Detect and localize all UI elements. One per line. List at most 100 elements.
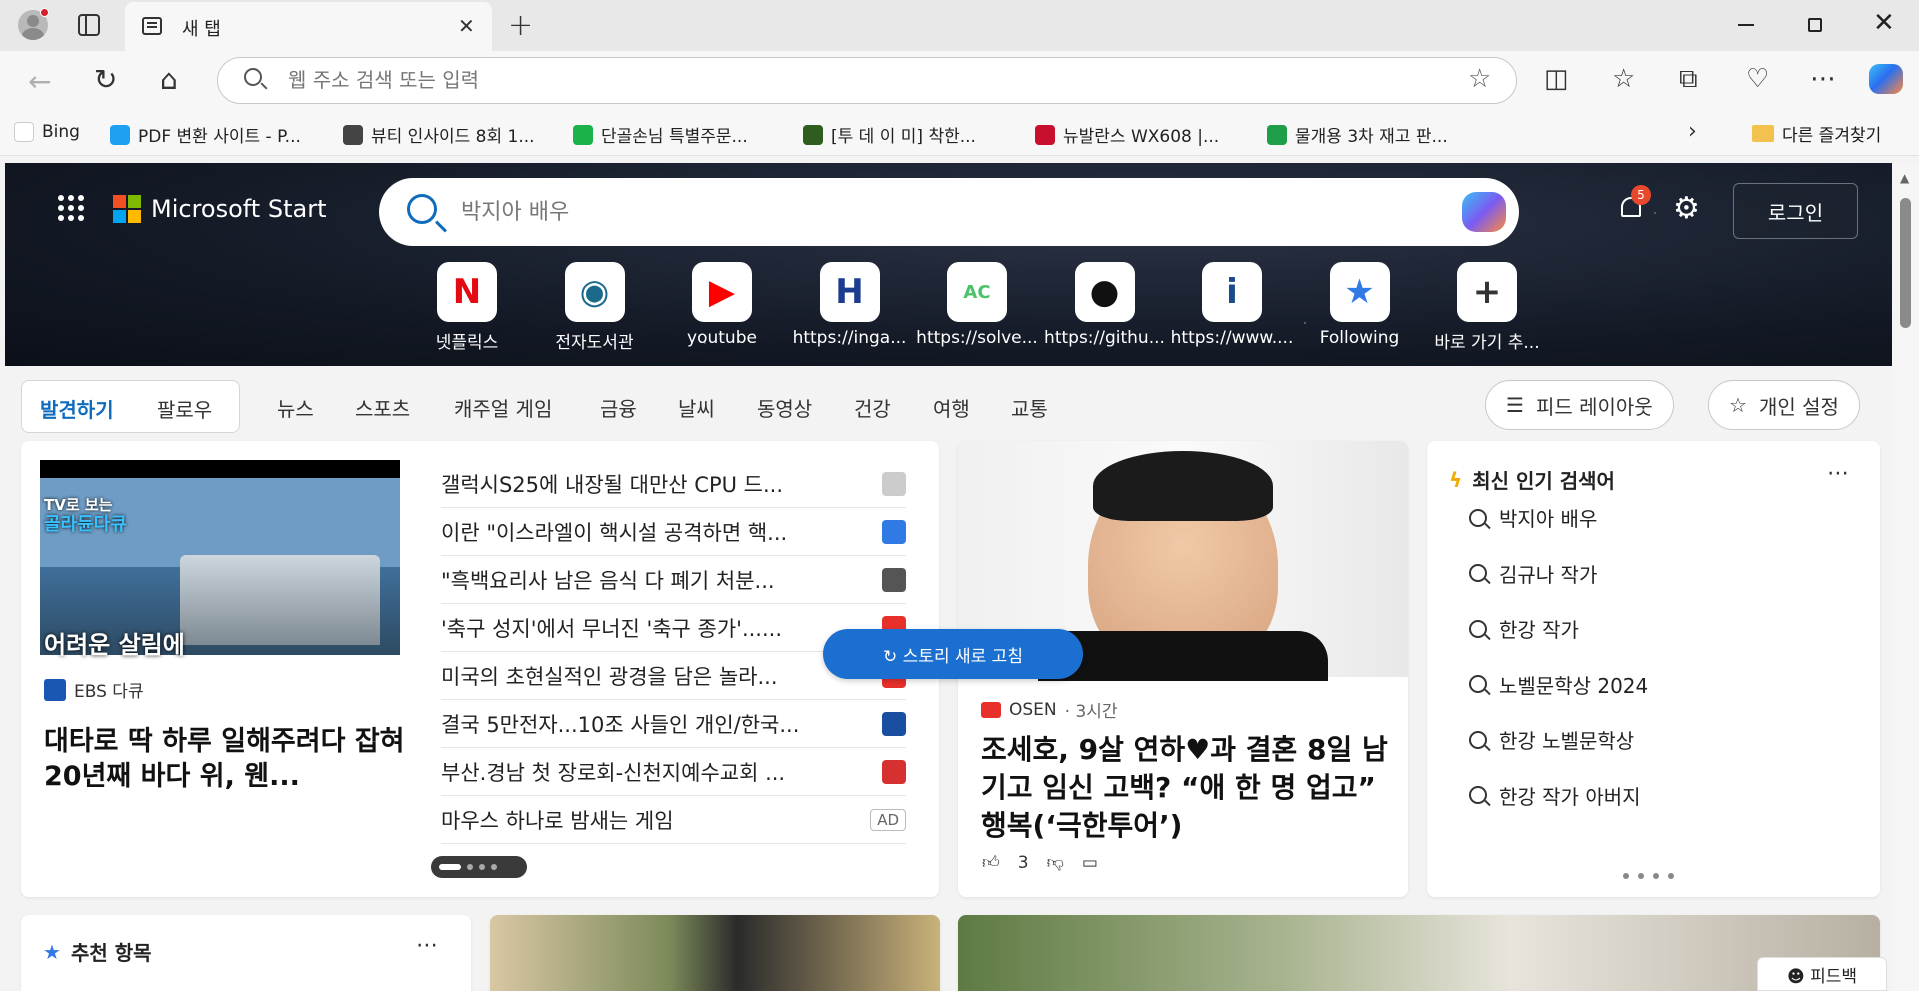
carousel-pager[interactable]	[431, 856, 527, 878]
tab-follow[interactable]: 팔로우	[157, 394, 212, 423]
news-list-item[interactable]: 마우스 하나로 밤새는 게임 AD	[441, 796, 906, 844]
more-menu-icon[interactable]: ⋯	[1810, 64, 1836, 94]
more-options-icon[interactable]: ⋯	[416, 933, 439, 958]
trending-search-item[interactable]: 노벨문학상 2024	[1469, 670, 1648, 699]
quick-link-tile[interactable]: N 넷플릭스	[403, 262, 531, 353]
bookmarks-overflow-chevron-icon[interactable]: ›	[1688, 119, 1697, 144]
category-tab[interactable]: 캐주얼 게임	[454, 393, 552, 422]
maximize-icon[interactable]	[1808, 18, 1822, 32]
star-outline-icon: ☆	[1729, 393, 1747, 417]
celebrity-headline[interactable]: 조세호, 9살 연하♥과 결혼 8일 남기고 임신 고백? “애 한 명 업고”…	[981, 731, 1391, 845]
back-arrow-icon[interactable]: ←	[28, 65, 51, 98]
category-tab[interactable]: 스포츠	[355, 393, 410, 422]
news-list-item[interactable]: 부산.경남 첫 장로회-신천지예수교회 ...	[441, 748, 906, 796]
feature-headline[interactable]: 대타로 딱 하루 일해주려다 잡혀 20년째 바다 위, 웬...	[44, 724, 414, 794]
refresh-stories-button[interactable]: ↻ 스토리 새로 고침	[823, 629, 1083, 679]
address-bar[interactable]: ☆	[217, 57, 1517, 104]
trending-search-item[interactable]: 한강 노벨문학상	[1469, 725, 1634, 754]
web-search-input[interactable]	[461, 198, 1361, 226]
bookmark-item[interactable]: 단골손님 특별주문...	[573, 122, 748, 147]
trending-search-label: 한강 노벨문학상	[1499, 729, 1635, 753]
category-tab[interactable]: 금융	[600, 393, 637, 422]
favorites-icon[interactable]: ☆	[1612, 64, 1635, 94]
settings-gear-icon[interactable]: ⚙	[1673, 191, 1700, 226]
scrollbar-thumb[interactable]	[1900, 198, 1911, 328]
tab-discover[interactable]: 발견하기	[40, 394, 114, 423]
photo-card[interactable]	[490, 915, 940, 991]
quick-link-tile[interactable]: AC https://solve...	[913, 262, 1041, 348]
quick-link-icon: ▶	[692, 262, 752, 322]
thumbs-up-icon[interactable]: 👍︎	[982, 852, 1000, 873]
quick-link-icon: i	[1202, 262, 1262, 322]
ad-badge: AD	[870, 808, 906, 831]
category-tab[interactable]: 동영상	[757, 393, 812, 422]
quick-link-tile[interactable]: i https://www....	[1168, 262, 1296, 348]
trending-search-item[interactable]: 김규나 작가	[1469, 559, 1597, 588]
bookmark-item[interactable]: PDF 변환 사이트 - P...	[110, 122, 301, 147]
quick-link-tile[interactable]: Hhttps://inga...	[786, 262, 914, 348]
trending-search-item[interactable]: 한강 작가	[1469, 614, 1579, 643]
quick-link-tile[interactable]: ● https://githu...	[1041, 262, 1169, 348]
category-tab[interactable]: 여행	[933, 393, 970, 422]
window-close-icon[interactable]: ✕	[1873, 8, 1895, 38]
new-tab-plus-icon[interactable]: +	[508, 8, 533, 43]
bookmark-label: Bing	[42, 122, 80, 142]
news-list-item[interactable]: 결국 5만전자...10조 사들인 개인/한국...	[441, 700, 906, 748]
quick-link-icon: ◉	[564, 262, 625, 322]
search-icon	[244, 68, 262, 86]
tab-actions-icon[interactable]	[78, 14, 100, 36]
trending-pager[interactable]	[1623, 873, 1674, 879]
personalize-button[interactable]: ☆ 개인 설정	[1708, 380, 1860, 430]
publisher-logo-icon	[882, 471, 906, 496]
scroll-up-icon[interactable]: ▲	[1900, 171, 1909, 185]
minimize-icon[interactable]	[1738, 24, 1754, 26]
category-tab[interactable]: 교통	[1011, 393, 1048, 422]
thumbs-down-icon[interactable]: 👎︎	[1047, 852, 1064, 873]
more-options-icon[interactable]: ⋯	[1827, 461, 1850, 486]
comment-icon[interactable]: ▭	[1082, 853, 1098, 873]
quick-link-tile[interactable]: + 바로 가기 추...	[1423, 262, 1551, 353]
category-tab[interactable]: 뉴스	[277, 393, 314, 422]
home-icon[interactable]: ⌂	[160, 63, 178, 96]
copilot-search-icon[interactable]	[1462, 192, 1506, 232]
bookmark-item[interactable]: 물개용 3차 재고 판...	[1267, 122, 1448, 147]
split-screen-icon[interactable]: ◫	[1544, 64, 1569, 94]
other-favorites-folder[interactable]: 다른 즐겨찾기	[1752, 121, 1881, 146]
close-tab-icon[interactable]: ✕	[458, 14, 475, 38]
collections-icon[interactable]: ⧉	[1679, 64, 1698, 95]
bookmark-item[interactable]: 뷰티 인사이드 8회 1...	[343, 122, 535, 147]
trending-search-item[interactable]: 한강 작가 아버지	[1469, 781, 1641, 810]
quick-link-label: youtube	[687, 328, 757, 348]
trending-search-item[interactable]: 박지아 배우	[1469, 503, 1597, 532]
feedback-button[interactable]: ☻ 피드백	[1757, 957, 1887, 991]
category-tab[interactable]: 건강	[854, 393, 891, 422]
news-list-item[interactable]: "흑백요리사 남은 음식 다 폐기 처분...	[441, 556, 906, 604]
bookmark-item[interactable]: 뉴발란스 WX608 |...	[1035, 122, 1219, 147]
address-input[interactable]	[288, 67, 1388, 93]
photo-card[interactable]	[958, 915, 1880, 991]
ebs-logo-icon	[44, 678, 66, 701]
favorite-star-icon[interactable]: ☆	[1468, 64, 1491, 94]
feed-layout-button[interactable]: ☰ 피드 레이아웃	[1485, 380, 1674, 430]
news-list-item[interactable]: 갤럭시S25에 내장될 대만산 CPU 드...	[441, 460, 906, 508]
quick-link-tile[interactable]: ★ Following	[1296, 262, 1424, 348]
news-headline: 갤럭시S25에 내장될 대만산 CPU 드...	[441, 472, 783, 497]
video-thumbnail[interactable]: TV로 보는 골라듄다큐 어려운 살림에	[40, 460, 400, 659]
web-search-box[interactable]	[379, 178, 1519, 246]
login-button[interactable]: 로그인	[1733, 183, 1858, 239]
news-headline: 마우스 하나로 밤새는 게임	[441, 808, 674, 833]
app-launcher-icon[interactable]	[58, 195, 84, 221]
bookmark-item[interactable]: Bing	[14, 122, 80, 142]
brand-title[interactable]: Microsoft Start	[151, 195, 326, 223]
reload-icon[interactable]: ↻	[94, 63, 117, 96]
copilot-icon[interactable]	[1869, 64, 1903, 94]
bookmark-item[interactable]: [투 데 이 미] 착한...	[803, 122, 976, 147]
news-list-item[interactable]: 이란 "이스라엘이 핵시설 공격하면 핵...	[441, 508, 906, 556]
quick-link-tile[interactable]: ▶ youtube	[658, 262, 786, 348]
tab-new-tab[interactable]: 새 탭 ✕	[125, 2, 492, 51]
quick-link-tile[interactable]: ◉ 전자도서관	[531, 262, 659, 353]
category-tab[interactable]: 날씨	[678, 393, 715, 422]
publisher-logo-icon	[882, 759, 906, 784]
page-scrollbar[interactable]: ▲	[1892, 163, 1919, 991]
browser-essentials-icon[interactable]: ♡	[1746, 64, 1769, 94]
